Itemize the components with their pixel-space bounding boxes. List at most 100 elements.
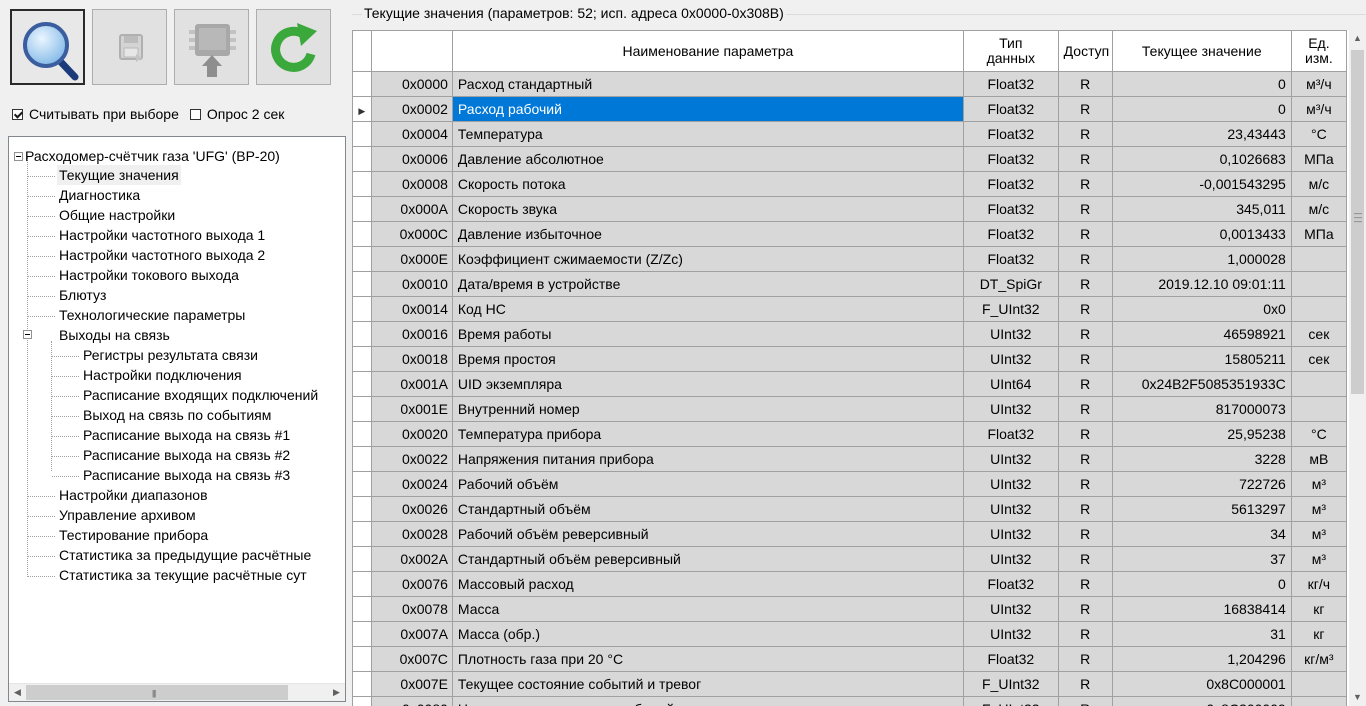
cell-name[interactable]: Время простоя bbox=[451, 346, 964, 372]
cell-access[interactable]: R bbox=[1057, 96, 1113, 122]
cell-value[interactable]: 0x8C000001 bbox=[1111, 671, 1292, 697]
cell-unit[interactable]: м³ bbox=[1290, 471, 1348, 497]
cell-unit[interactable]: м/с bbox=[1290, 196, 1348, 222]
cell-name[interactable]: Температура прибора bbox=[451, 421, 964, 447]
cell-unit[interactable] bbox=[1290, 371, 1348, 397]
cell-address[interactable]: 0x000E bbox=[370, 246, 453, 272]
cell-access[interactable]: R bbox=[1057, 396, 1113, 422]
cell-type[interactable]: Float32 bbox=[962, 421, 1059, 447]
cell-type[interactable]: F_UInt32 bbox=[962, 671, 1059, 697]
cell-type[interactable]: Float32 bbox=[962, 71, 1059, 97]
cell-name[interactable]: Коэффициент сжимаемости (Z/Zc) bbox=[451, 246, 964, 272]
cell-type[interactable]: F_UInt32 bbox=[962, 296, 1059, 322]
cell-address[interactable]: 0x0022 bbox=[370, 446, 453, 472]
table-row[interactable]: 0x000A Скорость звука Float32 R 345,011 м/с bbox=[352, 196, 1348, 222]
cell-type[interactable]: Float32 bbox=[962, 196, 1059, 222]
cell-unit[interactable]: м/с bbox=[1290, 171, 1348, 197]
cell-address[interactable]: 0x0000 bbox=[370, 71, 453, 97]
cell-name[interactable]: Рабочий объём реверсивный bbox=[451, 521, 964, 547]
scroll-up-icon[interactable]: ▲ bbox=[1349, 30, 1366, 47]
navigation-tree[interactable]: Расходомер-счётчик газа 'UFG' (ВР-20) Те… bbox=[8, 136, 346, 702]
cell-unit[interactable]: °C bbox=[1290, 421, 1348, 447]
table-row[interactable]: ▶ 0x0002 Расход рабочий Float32 R 0 м³/ч bbox=[352, 96, 1348, 122]
cell-access[interactable]: R bbox=[1057, 696, 1113, 706]
cell-address[interactable]: 0x000A bbox=[370, 196, 453, 222]
cell-address[interactable]: 0x0008 bbox=[370, 171, 453, 197]
cell-address[interactable]: 0x007E bbox=[370, 671, 453, 697]
cell-type[interactable]: UInt32 bbox=[962, 621, 1059, 647]
cell-name[interactable]: Дата/время в устройстве bbox=[451, 271, 964, 297]
row-indicator[interactable] bbox=[352, 671, 372, 697]
cell-type[interactable]: UInt32 bbox=[962, 396, 1059, 422]
cell-unit[interactable]: м³ bbox=[1290, 546, 1348, 572]
cell-access[interactable]: R bbox=[1057, 321, 1113, 347]
cell-address[interactable]: 0x007C bbox=[370, 646, 453, 672]
row-indicator[interactable] bbox=[352, 121, 372, 147]
cell-value[interactable]: 31 bbox=[1111, 621, 1292, 647]
cell-name[interactable]: Давление избыточное bbox=[451, 221, 964, 247]
cell-type[interactable]: Float32 bbox=[962, 171, 1059, 197]
cell-name[interactable]: Стандартный объём bbox=[451, 496, 964, 522]
row-indicator[interactable] bbox=[352, 571, 372, 597]
cell-access[interactable]: R bbox=[1057, 546, 1113, 572]
tree-item-freq-out-2[interactable]: Настройки частотного выхода 2 bbox=[57, 245, 267, 265]
cell-unit[interactable]: °C bbox=[1290, 121, 1348, 147]
cell-value[interactable]: 817000073 bbox=[1111, 396, 1292, 422]
cell-unit[interactable]: кг/м³ bbox=[1290, 646, 1348, 672]
cell-name[interactable]: Время работы bbox=[451, 321, 964, 347]
row-indicator[interactable] bbox=[352, 646, 372, 672]
tree-item-stats-previous[interactable]: Статистика за предыдущие расчётные bbox=[57, 545, 313, 565]
cell-name[interactable]: Массовый расход bbox=[451, 571, 964, 597]
table-row[interactable]: 0x0010 Дата/время в устройстве DT_SpiGr R 20… bbox=[352, 271, 1348, 297]
table-row[interactable]: 0x0008 Скорость потока Float32 R -0,00154329… bbox=[352, 171, 1348, 197]
cell-type[interactable]: Float32 bbox=[962, 96, 1059, 122]
cell-unit[interactable]: кг/ч bbox=[1290, 571, 1348, 597]
column-header-unit[interactable]: Ед. изм. bbox=[1290, 30, 1348, 72]
tree-item-general-settings[interactable]: Общие настройки bbox=[57, 205, 177, 225]
cell-unit[interactable] bbox=[1290, 671, 1348, 697]
grid-vertical-scrollbar[interactable]: ▲ — — — ▼ bbox=[1349, 30, 1366, 706]
tree-scroll-thumb[interactable]: ||| bbox=[26, 685, 288, 700]
table-row[interactable]: 0x0078 Масса UInt32 R 16838414 кг bbox=[352, 596, 1348, 622]
cell-type[interactable]: Float32 bbox=[962, 221, 1059, 247]
tree-item-comm-outputs[interactable]: Выходы на связь bbox=[57, 325, 172, 345]
upload-chip-button[interactable] bbox=[174, 9, 249, 85]
cell-address[interactable]: 0x0076 bbox=[370, 571, 453, 597]
table-row[interactable]: 0x001E Внутренний номер UInt32 R 817000073 bbox=[352, 396, 1348, 422]
cell-value[interactable]: -0,001543295 bbox=[1111, 171, 1292, 197]
poll-2s-checkbox[interactable] bbox=[189, 108, 201, 120]
cell-address[interactable]: 0x0024 bbox=[370, 471, 453, 497]
table-row[interactable]: 0x002A Стандартный объём реверсивный UInt3… bbox=[352, 546, 1348, 572]
cell-address[interactable]: 0x0014 bbox=[370, 296, 453, 322]
cell-name[interactable]: Масса (обр.) bbox=[451, 621, 964, 647]
cell-type[interactable]: Float32 bbox=[962, 146, 1059, 172]
cell-address[interactable]: 0x0002 bbox=[370, 96, 453, 122]
cell-access[interactable]: R bbox=[1057, 621, 1113, 647]
cell-address[interactable]: 0x002A bbox=[370, 546, 453, 572]
cell-access[interactable]: R bbox=[1057, 171, 1113, 197]
cell-unit[interactable]: МПа bbox=[1290, 221, 1348, 247]
cell-unit[interactable]: сек bbox=[1290, 321, 1348, 347]
cell-type[interactable]: UInt32 bbox=[962, 471, 1059, 497]
cell-access[interactable]: R bbox=[1057, 521, 1113, 547]
tree-root[interactable]: Расходомер-счётчик газа 'UFG' (ВР-20) bbox=[23, 146, 282, 166]
row-indicator[interactable] bbox=[352, 396, 372, 422]
row-indicator[interactable] bbox=[352, 496, 372, 522]
cell-access[interactable]: R bbox=[1057, 121, 1113, 147]
cell-name[interactable]: Скорость потока bbox=[451, 171, 964, 197]
row-indicator[interactable] bbox=[352, 546, 372, 572]
cell-name[interactable]: Код НС bbox=[451, 296, 964, 322]
cell-value[interactable]: 46598921 bbox=[1111, 321, 1292, 347]
search-button[interactable] bbox=[10, 9, 85, 85]
read-on-select-checkbox[interactable] bbox=[12, 108, 23, 120]
cell-unit[interactable]: м³ bbox=[1290, 496, 1348, 522]
row-indicator[interactable] bbox=[352, 621, 372, 647]
cell-address[interactable]: 0x0020 bbox=[370, 421, 453, 447]
collapse-comm-icon[interactable] bbox=[23, 330, 32, 339]
cell-address[interactable]: 0x0080 bbox=[370, 696, 453, 706]
tree-subitem-schedule-3[interactable]: Расписание выхода на связь #3 bbox=[81, 465, 292, 485]
cell-value[interactable]: 34 bbox=[1111, 521, 1292, 547]
column-header-address[interactable] bbox=[370, 30, 453, 72]
cell-type[interactable]: F_UInt32 bbox=[962, 696, 1059, 706]
cell-access[interactable]: R bbox=[1057, 571, 1113, 597]
